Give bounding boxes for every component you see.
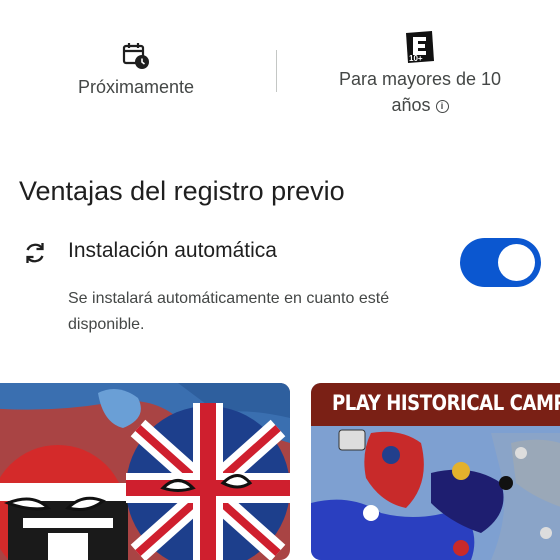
stats-divider <box>276 50 277 92</box>
info-icon[interactable]: i <box>435 100 449 113</box>
app-stats-row: Próximamente 10+ Para mayores de 10 años… <box>0 0 560 135</box>
rating-stat[interactable]: 10+ Para mayores de 10 años i <box>300 30 540 118</box>
countryballs-screenshot[interactable] <box>0 383 290 560</box>
auto-install-title: Instalación automática <box>68 239 277 262</box>
rating-label-line2: años <box>391 95 431 115</box>
release-label: Próximamente <box>77 77 195 97</box>
calendar-clock-icon <box>52 40 220 74</box>
campaign-banner: PLAY HISTORICAL CAMPA <box>311 383 560 426</box>
rating-label: Para mayores de 10 años i <box>300 66 540 118</box>
release-stat: Próximamente <box>52 40 220 100</box>
toggle-knob <box>498 244 535 281</box>
rating-badge: 10+ <box>409 54 423 63</box>
rating-label-line1: Para mayores de 10 <box>338 69 502 89</box>
campaign-map-screenshot[interactable]: PLAY HISTORICAL CAMPA <box>311 383 560 560</box>
section-title: Ventajas del registro previo <box>19 176 345 206</box>
auto-install-description: Se instalará automáticamente en cuanto e… <box>68 290 390 333</box>
auto-install-toggle[interactable] <box>460 238 541 287</box>
campaign-banner-text: PLAY HISTORICAL CAMPA <box>332 391 560 415</box>
screenshots-carousel: PLAY HISTORICAL CAMPA <box>0 383 560 560</box>
rating-e10-icon: 10+ <box>300 30 540 66</box>
sync-icon <box>22 240 48 271</box>
